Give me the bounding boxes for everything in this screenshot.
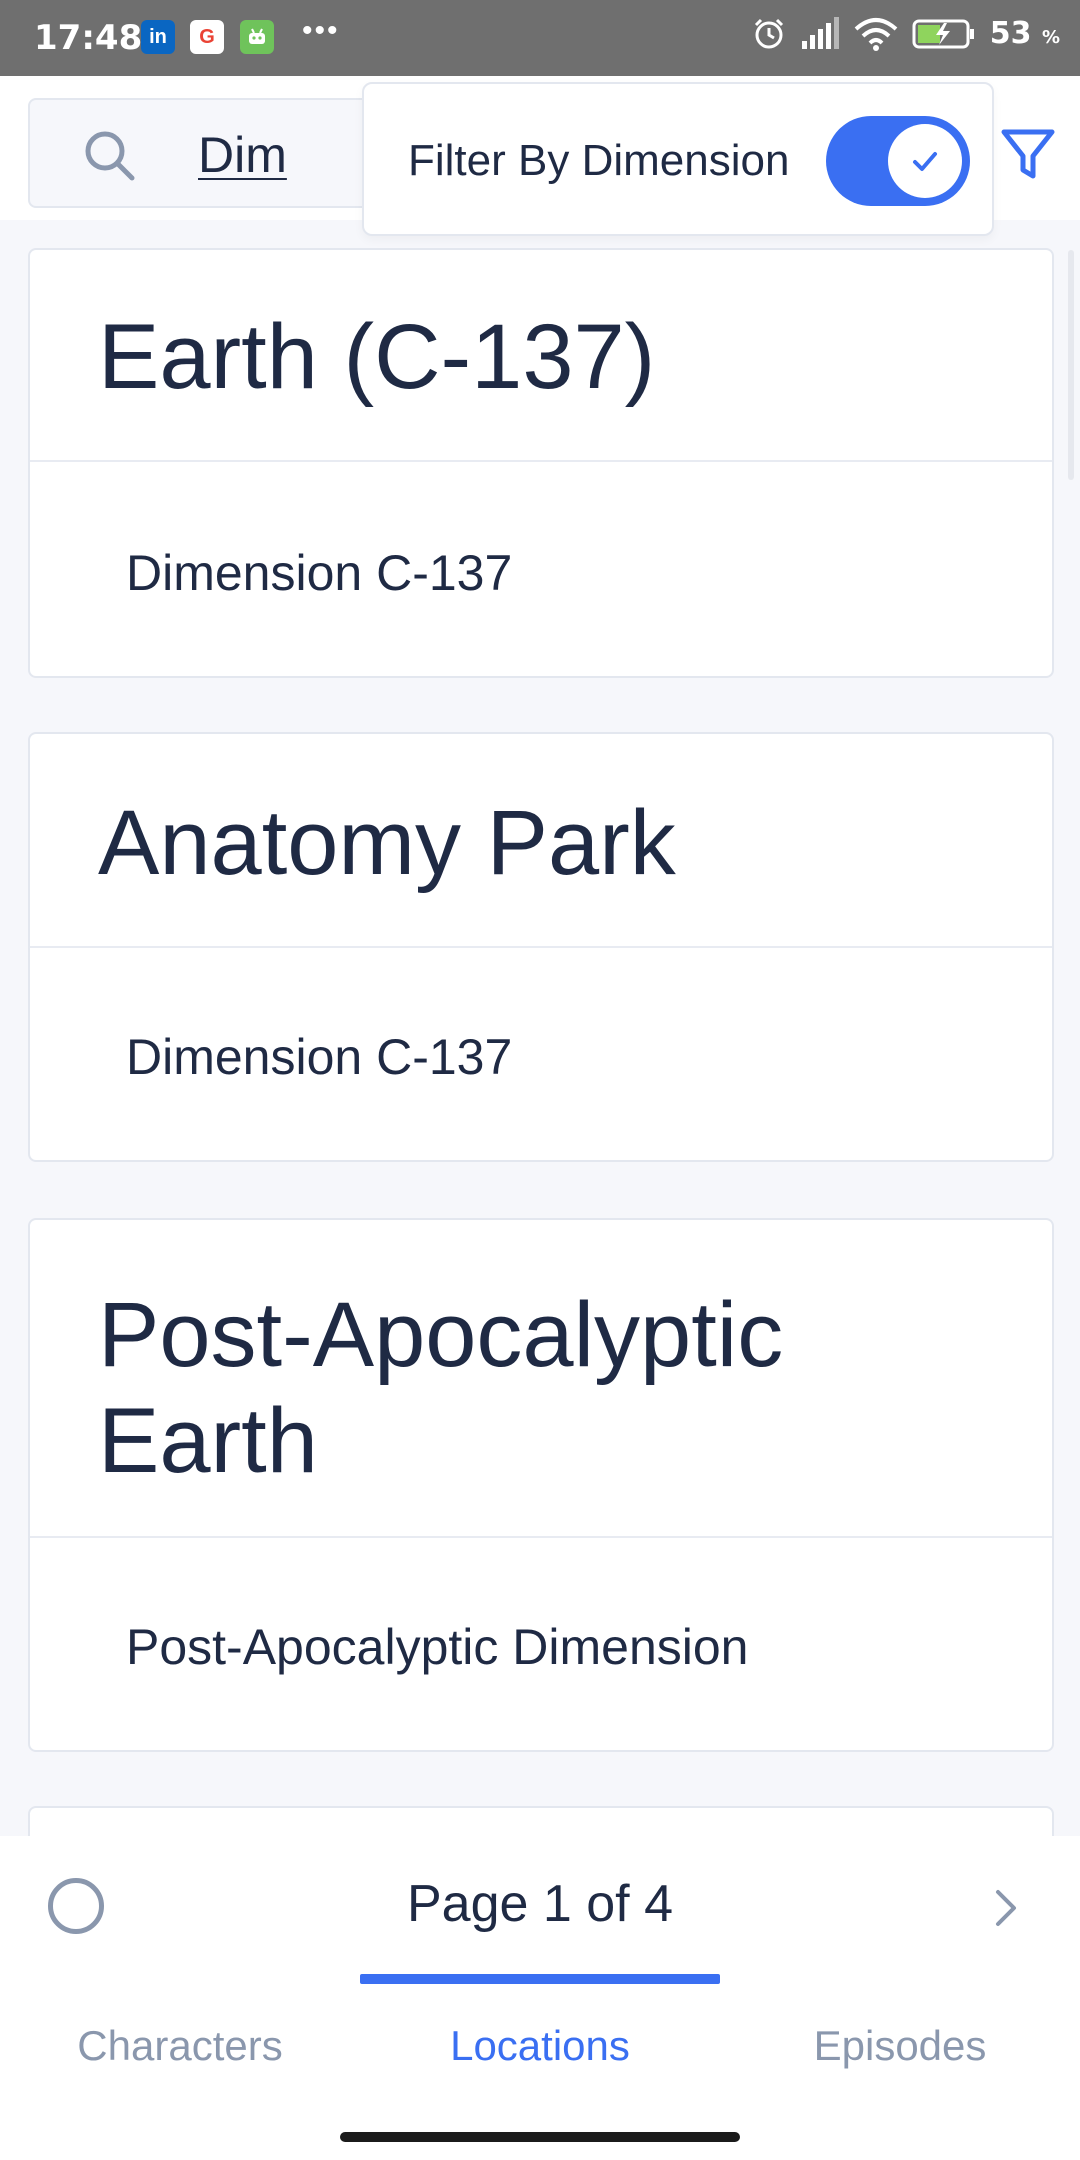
toggle-knob <box>888 124 962 198</box>
alarm-icon <box>754 18 783 48</box>
location-name: Anatomy Park <box>98 792 676 894</box>
google-icon: G <box>190 20 224 54</box>
location-name: Earth (C-137) <box>98 306 656 408</box>
filter-funnel-icon[interactable] <box>1000 126 1056 182</box>
location-dimension: Post-Apocalyptic Dimension <box>126 1619 749 1675</box>
battery-percent: 53 % <box>989 16 1060 51</box>
bottom-bar: Page 1 of 4 Characters Locations Episode… <box>0 1836 1080 2160</box>
check-icon <box>913 152 937 171</box>
battery-icon <box>912 19 974 48</box>
next-page-chevron-icon[interactable] <box>988 1880 1024 1936</box>
status-right: 53 % <box>752 16 1060 51</box>
status-time: 17:48 <box>34 18 143 58</box>
card-divider <box>30 460 1052 462</box>
location-card[interactable]: Earth (C-137) Dimension C-137 <box>28 248 1054 678</box>
search-icon <box>85 131 135 181</box>
card-divider <box>30 946 1052 948</box>
location-card[interactable]: Anatomy Park Dimension C-137 <box>28 732 1054 1162</box>
scrollbar[interactable] <box>1068 250 1074 480</box>
page-indicator: Page 1 of 4 <box>407 1875 673 1933</box>
home-indicator[interactable] <box>340 2132 740 2142</box>
status-bar: 17:48 in G ••• 53 % <box>0 0 1080 76</box>
tab-episodes[interactable]: Episodes <box>720 2022 1080 2070</box>
filter-popover: Filter By Dimension <box>362 82 994 236</box>
tab-locations[interactable]: Locations <box>360 2022 720 2070</box>
linkedin-icon: in <box>141 20 175 54</box>
card-divider <box>30 1536 1052 1538</box>
location-name: Post-Apocalyptic Earth <box>98 1284 784 1492</box>
search-value: Dim <box>198 127 287 183</box>
header: Dim Filter By Dimension <box>0 76 1080 236</box>
filter-by-dimension-toggle[interactable] <box>826 116 970 206</box>
tab-characters[interactable]: Characters <box>0 2022 360 2070</box>
android-icon <box>240 20 274 54</box>
signal-icon <box>801 16 839 49</box>
location-dimension: Dimension C-137 <box>126 545 513 601</box>
location-card[interactable]: Post-Apocalyptic Earth Post-Apocalyptic … <box>28 1218 1054 1752</box>
filter-label: Filter By Dimension <box>408 136 790 185</box>
wifi-icon <box>854 17 898 51</box>
more-notifications-icon: ••• <box>302 14 340 47</box>
active-tab-indicator <box>360 1974 720 1984</box>
location-dimension: Dimension C-137 <box>126 1029 513 1085</box>
